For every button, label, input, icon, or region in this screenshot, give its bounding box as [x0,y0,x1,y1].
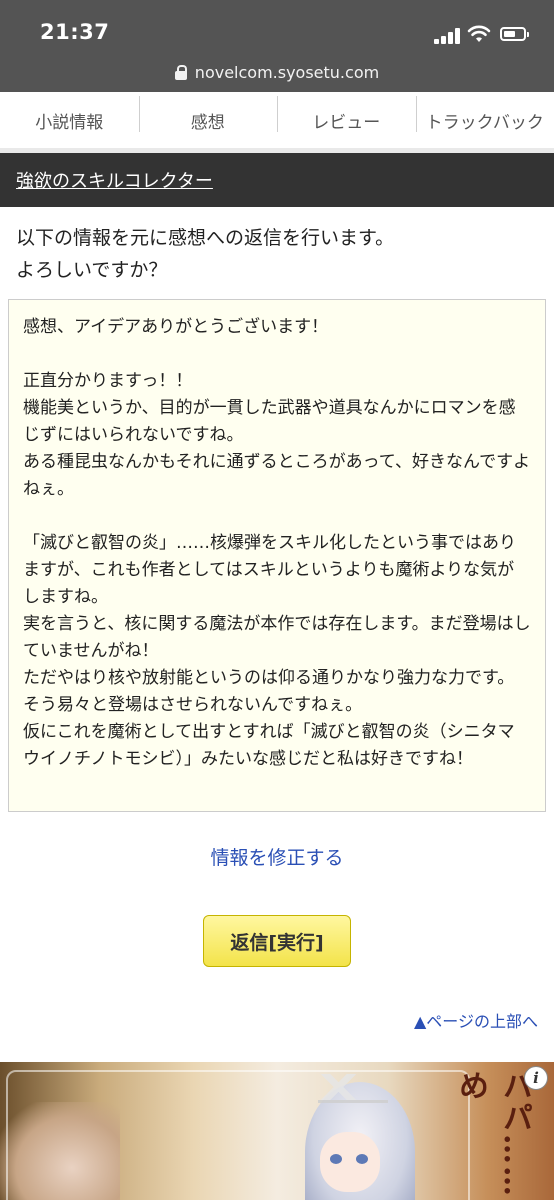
tab-trackback[interactable]: トラックバック [415,92,554,148]
address-bar[interactable]: novelcom.syosetu.com [0,58,554,86]
status-time: 21:37 [40,20,110,44]
wifi-icon [467,25,491,42]
ad-crown [318,1074,388,1103]
nav-tabs: 小説情報 感想 レビュー トラックバック [0,92,554,154]
tab-impressions[interactable]: 感想 [138,92,278,148]
tab-reviews[interactable]: レビュー [277,92,416,148]
tab-novel-info[interactable]: 小説情報 [0,92,139,148]
novel-title-bar: 強欲のスキルコレクター [0,153,554,207]
ad-title-text: パパ……め [453,1070,532,1198]
ad-info-icon[interactable]: i [524,1066,548,1090]
browser-chrome: 21:37 novelcom.syosetu.com [0,0,554,92]
submit-reply-button[interactable]: 返信[実行] [203,915,351,967]
lock-icon [174,64,187,80]
edit-info-link[interactable]: 情報を修正する [0,843,554,870]
url-text: novelcom.syosetu.com [194,62,380,82]
ad-character-face [320,1132,380,1192]
confirm-text: 以下の情報を元に感想への返信を行います。 よろしいですか？ [16,227,395,281]
back-to-top-link[interactable]: ▲ページの上部へ [414,1008,538,1032]
reply-message-box: 感想、アイデアありがとうございます！ 正直分かりますっ！！ 機能美というか、目的… [8,299,546,812]
battery-icon [500,27,529,41]
ad-banner[interactable]: パパ……め i [0,1062,554,1200]
novel-title-link[interactable]: 強欲のスキルコレクター [16,167,213,193]
cellular-signal-icon [434,28,464,44]
